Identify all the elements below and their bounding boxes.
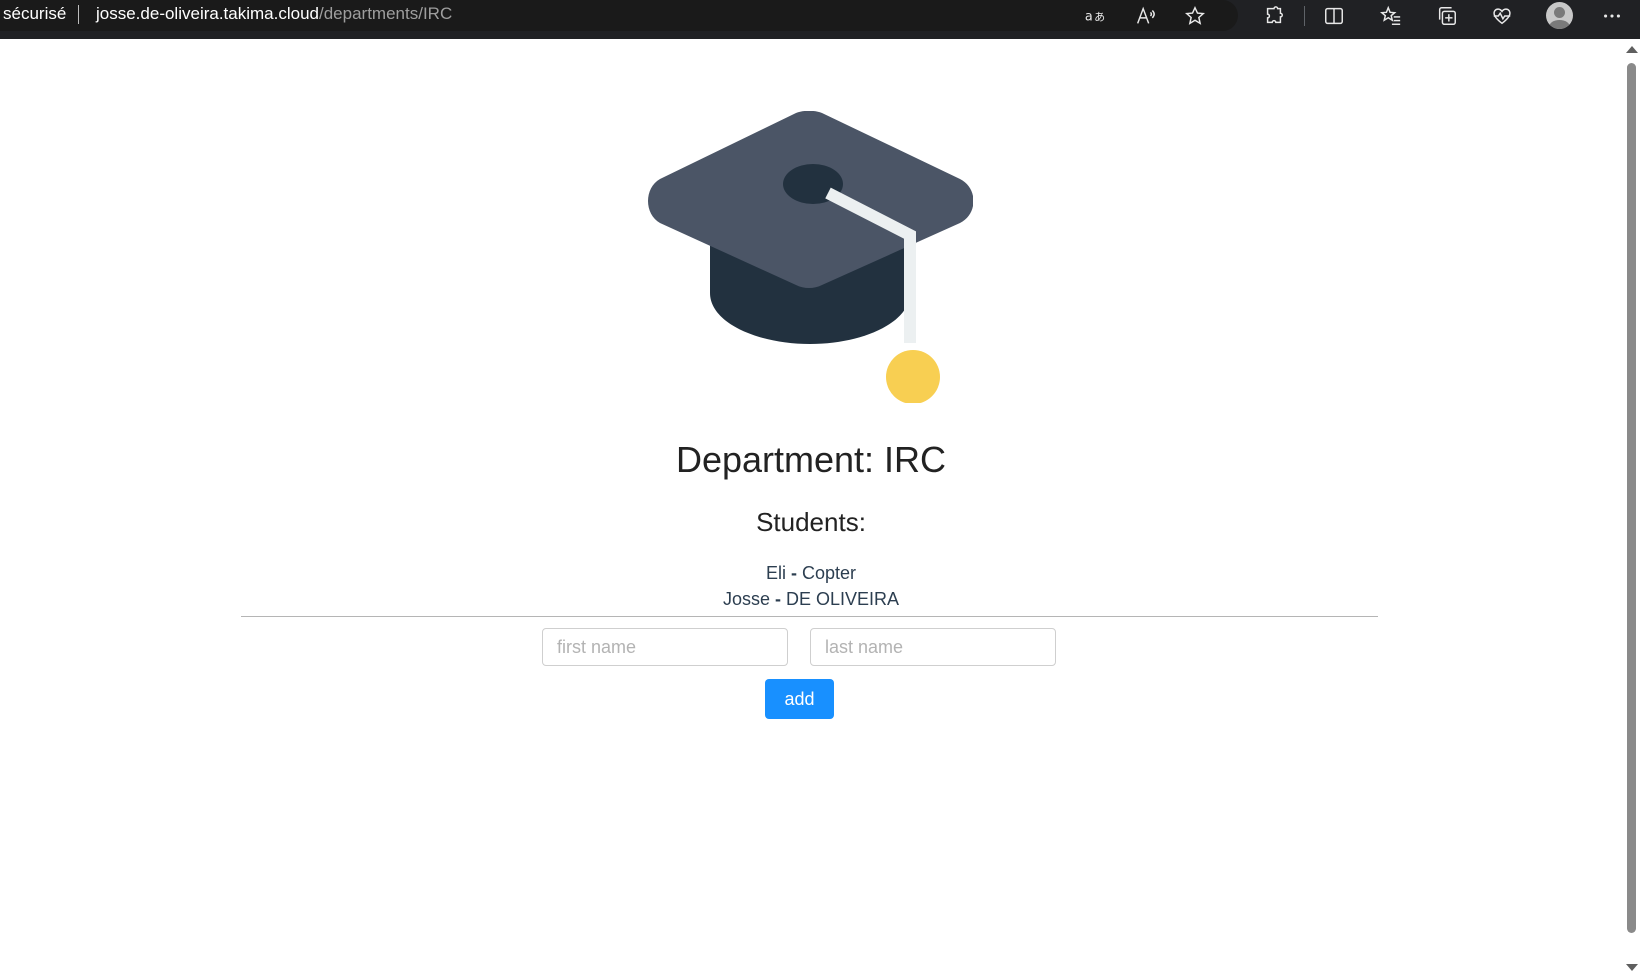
student-first-name: Josse bbox=[722, 589, 770, 609]
read-aloud-icon[interactable] bbox=[1131, 2, 1159, 30]
address-separator bbox=[78, 5, 79, 24]
scroll-thumb[interactable] bbox=[1627, 63, 1636, 933]
students-heading: Students: bbox=[756, 507, 866, 537]
student-first-name: Eli bbox=[765, 563, 786, 583]
browser-toolbar: sécurisé josse.de-oliveira.takima.cloud/… bbox=[0, 0, 1640, 39]
graduation-cap-icon bbox=[648, 111, 973, 403]
list-item: Eli - Copter bbox=[0, 560, 1622, 586]
translate-icon[interactable]: aあ bbox=[1081, 2, 1109, 30]
vertical-scrollbar[interactable] bbox=[1622, 39, 1640, 979]
add-button[interactable]: add bbox=[765, 679, 834, 719]
url-path: /departments/IRC bbox=[319, 4, 453, 23]
student-last-name: DE OLIVEIRA bbox=[786, 589, 900, 609]
security-label[interactable]: sécurisé bbox=[3, 4, 66, 24]
page-title: Department: IRC bbox=[675, 439, 947, 480]
student-last-name: Copter bbox=[802, 563, 857, 583]
address-bar[interactable]: sécurisé josse.de-oliveira.takima.cloud/… bbox=[0, 0, 1238, 31]
toolbar-separator bbox=[1304, 6, 1305, 26]
extensions-icon[interactable] bbox=[1260, 2, 1288, 30]
svg-text:あ: あ bbox=[1094, 11, 1105, 24]
favorites-icon[interactable] bbox=[1377, 2, 1405, 30]
svg-text:a: a bbox=[1085, 10, 1093, 25]
split-screen-icon[interactable] bbox=[1320, 2, 1348, 30]
more-menu-icon[interactable] bbox=[1598, 2, 1626, 30]
url-text[interactable]: josse.de-oliveira.takima.cloud/departmen… bbox=[96, 4, 452, 24]
profile-avatar-icon[interactable] bbox=[1544, 0, 1575, 31]
url-host: josse.de-oliveira.takima.cloud bbox=[96, 4, 319, 23]
scroll-up-arrow-icon[interactable] bbox=[1626, 46, 1638, 53]
divider bbox=[241, 616, 1378, 617]
page-content: Department: IRC Students: Eli - Copter J… bbox=[0, 39, 1622, 979]
avatar bbox=[1546, 2, 1573, 29]
favorite-star-icon[interactable] bbox=[1181, 2, 1209, 30]
student-list: Eli - Copter Josse - DE OLIVEIRA bbox=[0, 560, 1622, 612]
list-item: Josse - DE OLIVEIRA bbox=[0, 586, 1622, 612]
collections-icon[interactable] bbox=[1433, 2, 1461, 30]
first-name-input[interactable] bbox=[542, 628, 788, 666]
browser-health-icon[interactable] bbox=[1488, 2, 1516, 30]
name-separator: - bbox=[790, 563, 797, 583]
name-separator: - bbox=[774, 589, 781, 609]
scroll-down-arrow-icon[interactable] bbox=[1626, 964, 1638, 971]
last-name-input[interactable] bbox=[810, 628, 1056, 666]
